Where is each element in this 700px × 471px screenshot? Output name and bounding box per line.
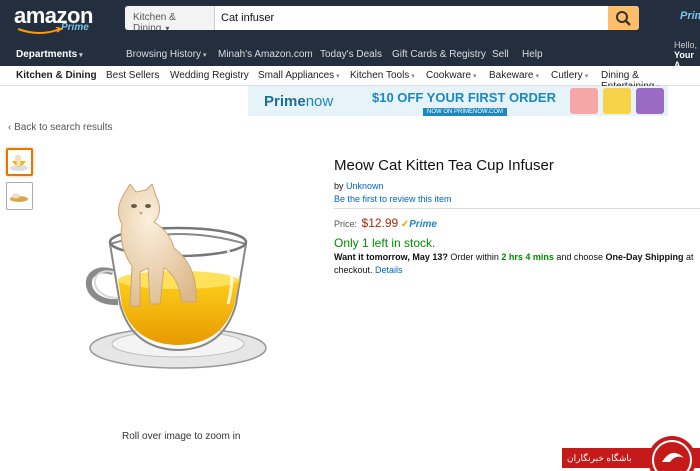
category-subnav: Kitchen & Dining Best Sellers Wedding Re… — [0, 66, 700, 92]
thumbnail-cat-teacup[interactable] — [6, 148, 33, 176]
banner-sub: NOW ON PRIMENOW.COM — [423, 108, 507, 116]
prime-badge[interactable]: Prime — [409, 219, 437, 230]
prime-corner-link[interactable]: Prime — [680, 10, 700, 22]
banner-offer: $10 OFF YOUR FIRST ORDER — [372, 90, 556, 105]
shipping-info: Want it tomorrow, May 13? Order within 2… — [334, 251, 700, 277]
prime-now-banner[interactable]: Primenow $10 OFF YOUR FIRST ORDER NOW ON… — [248, 86, 668, 116]
price-row: Price: $12.99 ✓Prime — [334, 216, 437, 230]
prime-check-icon: ✓ — [400, 219, 410, 230]
search-icon — [616, 11, 631, 26]
subnav-kitchen-tools[interactable]: Kitchen Tools ▾ — [350, 70, 415, 81]
chevron-down-icon: ▾ — [165, 24, 170, 30]
ship-countdown: 2 hrs 4 mins — [501, 252, 554, 262]
search-bar: Kitchen & Dining ▾ — [125, 6, 639, 30]
subnav-small-appliances[interactable]: Small Appliances ▾ — [258, 70, 340, 81]
chevron-down-icon: ▾ — [79, 52, 83, 59]
byline: by Unknown — [334, 181, 384, 191]
nav-browsing-history-label: Browsing History — [126, 49, 202, 60]
zoom-hint: Roll over image to zoom in — [122, 431, 241, 442]
divider — [334, 208, 700, 209]
chevron-down-icon: ▾ — [584, 73, 589, 80]
by-label: by — [334, 181, 344, 191]
ship-and: and choose — [553, 252, 606, 262]
subnav-kitchen-tools-label: Kitchen Tools — [350, 70, 410, 81]
search-input[interactable] — [217, 6, 607, 30]
cat-bowl-thumb-icon — [10, 193, 28, 202]
subnav-cutlery[interactable]: Cutlery ▾ — [551, 70, 588, 81]
subnav-kitchen-dining[interactable]: Kitchen & Dining — [16, 70, 97, 81]
ship-mid: Order within — [447, 252, 502, 262]
thumbnail-cat-bowl[interactable] — [6, 182, 33, 210]
prime-now-logo: Primenow — [264, 93, 333, 110]
price-label: Price: — [334, 219, 358, 229]
stock-status: Only 1 left in stock. — [334, 236, 436, 250]
chevron-down-icon: ▾ — [535, 73, 539, 80]
chevron-down-icon: ▾ — [473, 73, 477, 80]
watermark-logo — [648, 436, 696, 471]
search-category-dropdown[interactable]: Kitchen & Dining ▾ — [125, 6, 215, 30]
subnav-bakeware[interactable]: Bakeware ▾ — [489, 70, 539, 81]
departments-label: Departments — [16, 49, 78, 60]
watermark: باشگاه خبرنگاران — [562, 432, 700, 471]
search-button[interactable] — [608, 6, 639, 30]
back-to-results-link[interactable]: ‹ Back to search results — [8, 122, 112, 133]
subnav-wedding-registry[interactable]: Wedding Registry — [170, 70, 249, 81]
subnav-cutlery-label: Cutlery — [551, 70, 583, 81]
chevron-down-icon: ▾ — [336, 73, 340, 80]
nav-your-amazon[interactable]: Minah's Amazon.com — [218, 49, 313, 60]
nav-sell[interactable]: Sell — [492, 49, 509, 60]
hello-text: Hello, — [674, 40, 698, 50]
ship-lead: Want it tomorrow, May 13? — [334, 252, 448, 262]
chevron-down-icon: ▾ — [203, 52, 207, 59]
nav-help[interactable]: Help — [522, 49, 543, 60]
subnav-small-appliances-label: Small Appliances — [258, 70, 335, 81]
ship-option: One-Day Shipping — [605, 252, 684, 262]
chevron-down-icon: ▾ — [411, 73, 415, 80]
price-value: $12.99 — [361, 216, 399, 230]
subnav-best-sellers[interactable]: Best Sellers — [106, 70, 159, 81]
departments-menu[interactable]: Departments ▾ — [16, 49, 83, 60]
shipping-details-link[interactable]: Details — [375, 265, 403, 275]
nav-gift-cards[interactable]: Gift Cards & Registry — [392, 49, 486, 60]
write-review-link[interactable]: Be the first to review this item — [334, 194, 452, 204]
cat-teacup-product-image[interactable] — [78, 184, 273, 384]
banner-product-icon — [570, 88, 598, 114]
banner-product-icon — [603, 88, 631, 114]
prime-now-brand-a: Prime — [264, 93, 306, 110]
logo-smile-icon — [17, 27, 63, 34]
amazon-logo[interactable]: amazon Prime — [14, 5, 93, 34]
subnav-cookware-label: Cookware — [426, 70, 472, 81]
subnav-cookware[interactable]: Cookware ▾ — [426, 70, 477, 81]
nav-todays-deals[interactable]: Today's Deals — [320, 49, 382, 60]
nav-browsing-history[interactable]: Browsing History ▾ — [126, 49, 207, 60]
top-header: amazon Prime Kitchen & Dining▾ Prime — [0, 0, 700, 44]
banner-product-icon — [636, 88, 664, 114]
subnav-bakeware-label: Bakeware — [489, 70, 534, 81]
main-nav: Departments ▾ Browsing History ▾ Minah's A… — [0, 44, 700, 66]
logo-prime: Prime — [61, 22, 89, 33]
prime-now-brand-b: now — [305, 93, 334, 110]
cat-teacup-thumb-icon — [10, 154, 28, 171]
author-link[interactable]: Unknown — [346, 181, 384, 191]
product-title: Meow Cat Kitten Tea Cup Infuser — [334, 157, 554, 174]
search-category-label: Kitchen & Dining — [133, 12, 176, 30]
